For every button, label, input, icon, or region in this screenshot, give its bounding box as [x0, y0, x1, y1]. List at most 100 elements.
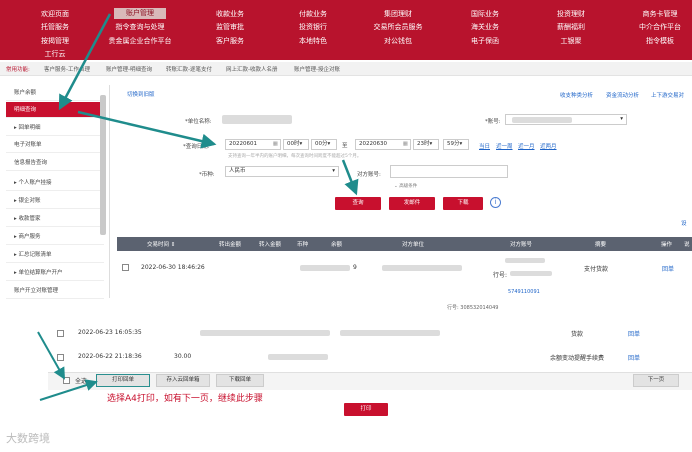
sidebar-item-open-account[interactable]: ▸ 单位结算账户开户 — [6, 265, 104, 281]
shortcut-item[interactable]: 账户管理-明细查询 — [106, 65, 152, 73]
download-receipt-button[interactable]: 下载回单 — [216, 374, 264, 387]
sidebar-item-report[interactable]: 信息报告查询 — [6, 155, 104, 171]
minute-from-value: 00分 — [315, 141, 328, 147]
nav-group-finance[interactable]: 集团理财 — [378, 9, 418, 19]
switch-old-link[interactable]: 切换到旧版 — [127, 90, 155, 98]
shortcut-item[interactable]: 账户管理-授企对账 — [294, 65, 340, 73]
income-expense-analysis-link[interactable]: 收支种类分析 — [560, 91, 593, 99]
print-receipt-button[interactable]: 打印回单 — [96, 374, 150, 387]
nav-local-special[interactable]: 本地特色 — [293, 36, 333, 46]
counter-account-input[interactable] — [390, 165, 508, 178]
row3-summary: 余额变动提醒手续费 — [550, 355, 605, 362]
shortcut-item[interactable]: 网上汇款-收款人名册 — [226, 65, 278, 73]
nav-e-guarantee[interactable]: 电子保函 — [465, 36, 505, 46]
sidebar-scrollbar[interactable] — [100, 95, 106, 235]
nav-icbc-cloud[interactable]: 工行云 — [40, 49, 70, 59]
row1-receipt-link[interactable]: 回单 — [662, 264, 674, 273]
col-time[interactable]: 交易时间 ⇕ — [147, 240, 175, 248]
shortcut-bar: 常用功能: 客户服务-工作台理 账户管理-明细查询 转账汇款-逐笔支付 网上汇款… — [0, 62, 692, 76]
nav-instruction-template[interactable]: 指令模板 — [635, 36, 685, 46]
currency-value: 人民币 — [229, 168, 246, 174]
row2-receipt-link[interactable]: 回单 — [628, 329, 640, 338]
nav-payroll[interactable]: 薪酬福利 — [551, 22, 591, 32]
nav-instruction-query[interactable]: 指令查询与处理 — [112, 22, 168, 32]
nav-account-management[interactable]: 账户管理 — [114, 8, 166, 19]
sidebar-item-merchant[interactable]: ▸ 商户服务 — [6, 229, 104, 245]
quick-date-today[interactable]: 当日 — [479, 142, 490, 150]
sidebar-item-account-mgmt[interactable]: 账户开立对账管理 — [6, 283, 104, 299]
nav-investment-bank[interactable]: 投资银行 — [293, 22, 333, 32]
col-action: 操作 — [661, 242, 673, 248]
hour-to-select[interactable]: 23时▾ — [413, 139, 439, 150]
hour-from-select[interactable]: 00时▾ — [283, 139, 309, 150]
shortcut-label: 常用功能: — [6, 67, 30, 73]
print-button[interactable]: 打印 — [344, 403, 388, 416]
calendar-icon[interactable]: ▦ — [273, 140, 278, 149]
nav-precious-metal[interactable]: 贵金属企业合作平台 — [106, 36, 174, 46]
col-summary: 摘要 — [595, 242, 607, 248]
calendar-icon[interactable]: ▦ — [403, 140, 408, 149]
account-select[interactable]: ▾ — [505, 114, 627, 125]
advanced-toggle[interactable]: ⌄ 高级条件 — [394, 183, 417, 189]
sidebar-item-detail-query[interactable]: 明细查询 — [6, 102, 104, 118]
nav-business-card[interactable]: 商务卡管理 — [635, 9, 685, 19]
shortcut-item[interactable]: 客户服务-工作台理 — [44, 65, 90, 73]
row2-unit-redacted — [340, 330, 440, 336]
select-all-label: 全选 — [75, 378, 88, 385]
partial-bank-line: 行号: 308532014049 — [447, 305, 499, 311]
nav-customer-service[interactable]: 客户服务 — [210, 36, 250, 46]
nav-icbc-ju[interactable]: 工银聚 — [551, 36, 591, 46]
minute-to-select[interactable]: 59分▾ — [443, 139, 469, 150]
quick-date-month[interactable]: 近一月 — [518, 142, 535, 150]
minute-from-select[interactable]: 00分▾ — [311, 139, 337, 150]
sidebar-item-personal-link[interactable]: ▸ 个人账户挂接 — [6, 175, 104, 191]
select-all-checkbox[interactable] — [63, 377, 70, 384]
sidebar-item-balance[interactable]: 账户余额 — [6, 85, 104, 101]
download-button[interactable]: 下载 — [443, 197, 483, 210]
sidebar-item-summary[interactable]: ▸ 汇总记账清单 — [6, 247, 104, 263]
minute-to-value: 59分 — [447, 141, 460, 147]
fund-flow-analysis-link[interactable]: 资金流动分析 — [606, 91, 639, 99]
row-checkbox[interactable] — [57, 330, 64, 337]
currency-select[interactable]: 人民币 ▾ — [225, 166, 339, 177]
row3-receipt-link[interactable]: 回单 — [628, 353, 640, 362]
nav-intermediary[interactable]: 中介合作平台 — [635, 22, 685, 32]
top-nav: 欢迎页面 账户管理 收款业务 付款业务 集团理财 国际业务 投资理财 商务卡管理… — [0, 0, 692, 60]
query-date-label: *查询日期: — [183, 144, 210, 150]
nav-international[interactable]: 国际业务 — [465, 9, 505, 19]
settings-link[interactable]: 设 — [681, 219, 687, 227]
nav-custody[interactable]: 托管服务 — [36, 22, 74, 32]
currency-label: *币种: — [199, 172, 215, 178]
sidebar-item-receipt[interactable]: ▸ 回单明细 — [6, 120, 104, 136]
row1-account-redacted — [505, 258, 545, 263]
table-header: 交易时间 ⇕ 转出金额 转入金额 币种 余额 对方单位 对方账号 摘要 操作 说 — [117, 237, 692, 251]
nav-mortgage[interactable]: 按揭管理 — [36, 36, 74, 46]
sidebar-item-e-statement[interactable]: 电子对账单 — [6, 137, 104, 153]
row3-time: 2022-06-22 21:18:36 — [78, 353, 142, 360]
col-currency: 币种 — [297, 242, 309, 248]
row-checkbox[interactable] — [122, 264, 129, 271]
sidebar-item-collection-butler[interactable]: ▸ 收款管家 — [6, 211, 104, 227]
nav-supervision[interactable]: 监管审批 — [210, 22, 250, 32]
sidebar-item-reconcile[interactable]: ▸ 银企对账 — [6, 193, 104, 209]
email-button[interactable]: 发邮件 — [389, 197, 435, 210]
shortcut-item[interactable]: 转账汇款-逐笔支付 — [166, 65, 212, 73]
row-checkbox[interactable] — [57, 354, 64, 361]
row1-unit-redacted — [382, 265, 462, 271]
nav-exchange-member[interactable]: 交易所会员服务 — [368, 22, 428, 32]
nav-payment[interactable]: 付款业务 — [293, 9, 333, 19]
quick-date-two-months[interactable]: 近两月 — [540, 142, 557, 150]
info-icon[interactable]: i — [490, 197, 501, 208]
save-cloud-button[interactable]: 存入云回单箱 — [156, 374, 210, 387]
nav-customs[interactable]: 海关业务 — [465, 22, 505, 32]
nav-collection[interactable]: 收款业务 — [210, 9, 250, 19]
query-button[interactable]: 查询 — [335, 197, 381, 210]
date-from-input[interactable]: 20220601 ▦ — [225, 139, 281, 150]
quick-date-week[interactable]: 近一周 — [496, 142, 513, 150]
nav-corporate-wallet[interactable]: 对公钱包 — [378, 36, 418, 46]
upstream-downstream-link[interactable]: 上下游交易对 — [651, 91, 684, 99]
nav-welcome[interactable]: 欢迎页面 — [36, 9, 74, 19]
next-page-button[interactable]: 下一页 — [633, 374, 679, 387]
nav-investment[interactable]: 投资理财 — [551, 9, 591, 19]
date-to-input[interactable]: 20220630 ▦ — [355, 139, 411, 150]
